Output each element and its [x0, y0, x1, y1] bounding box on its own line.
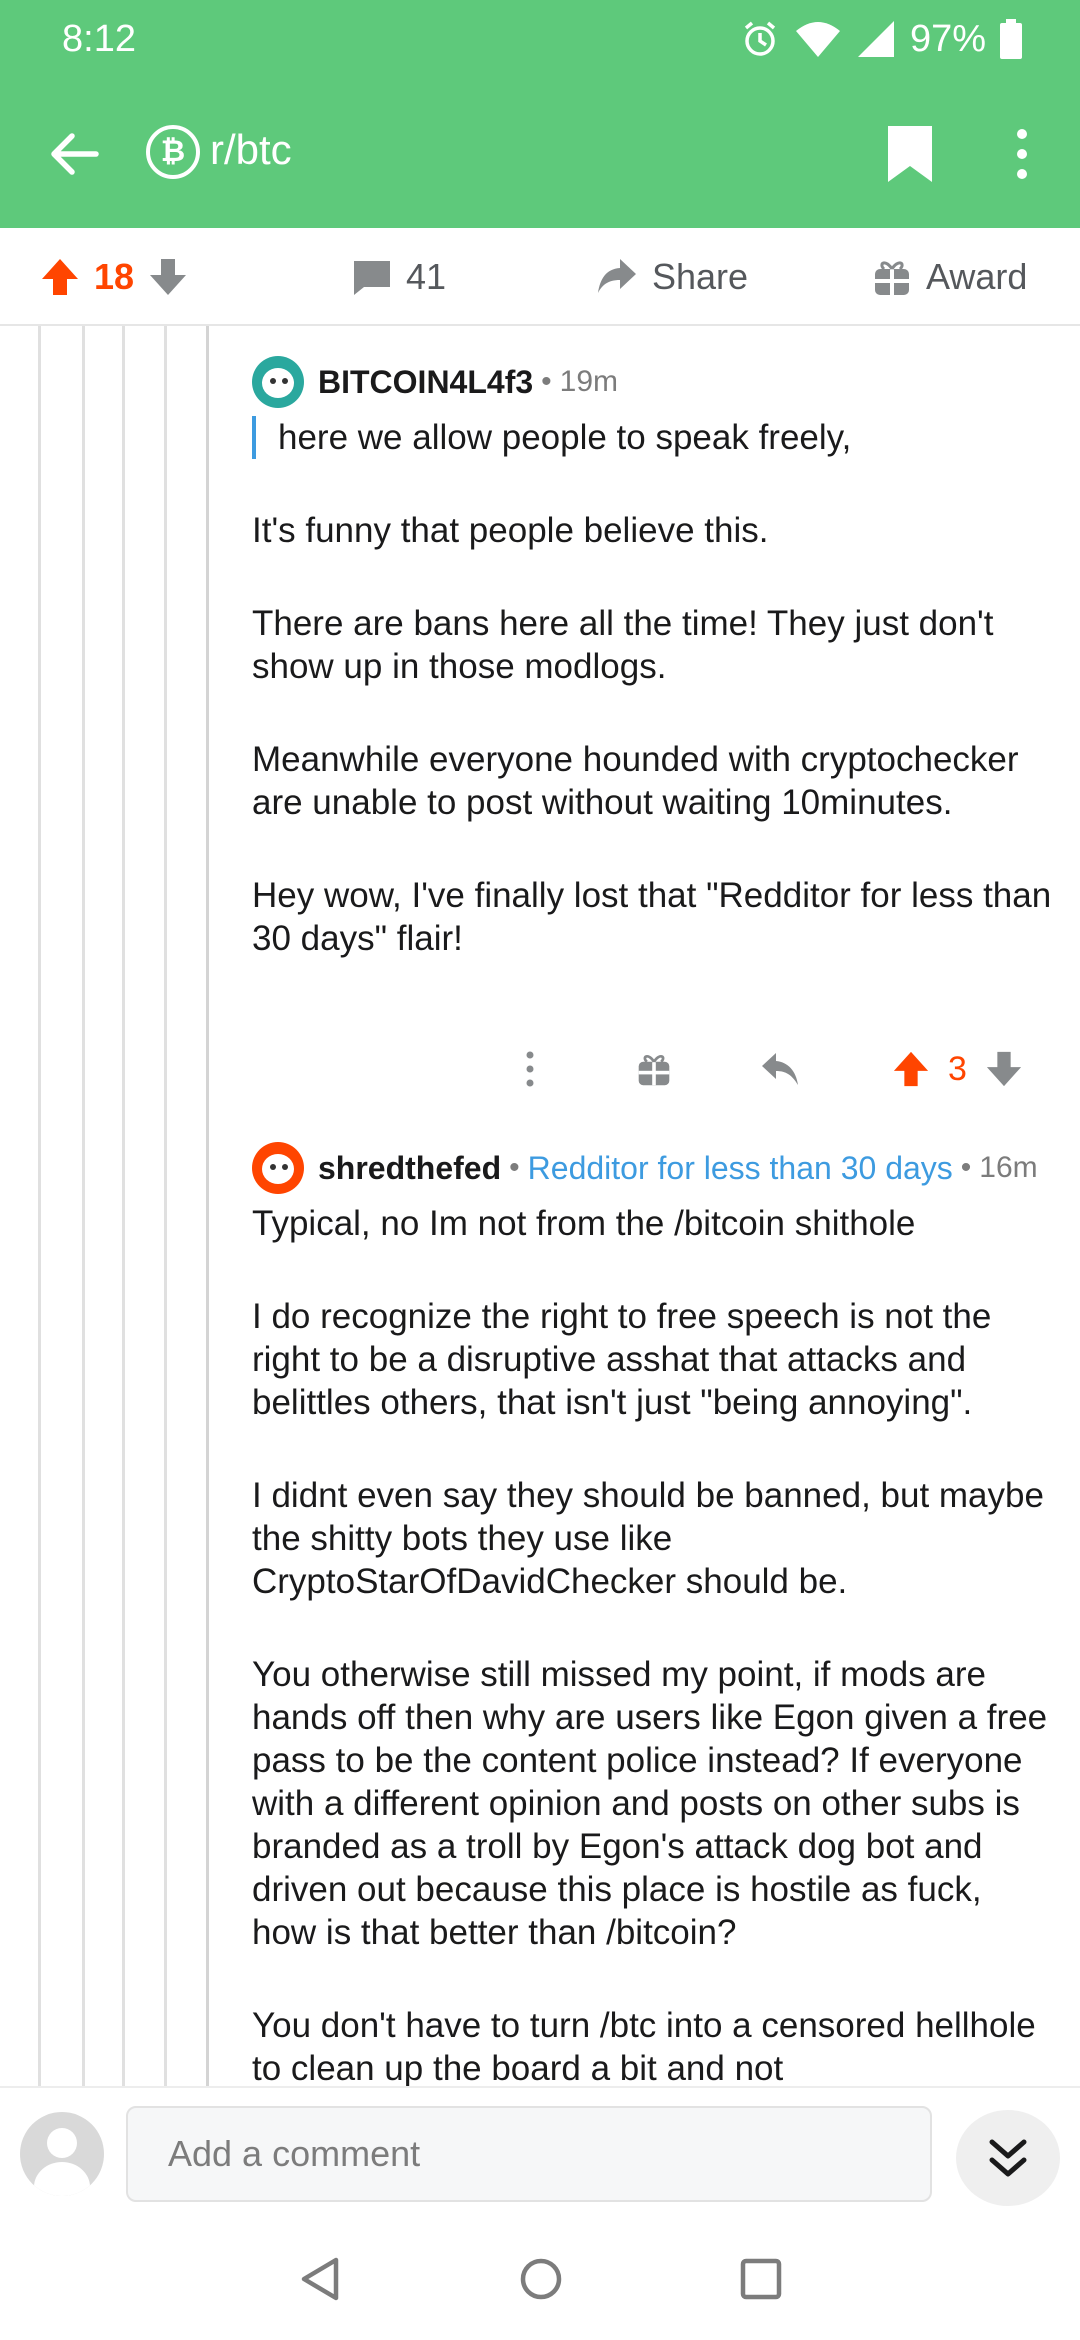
comment-paragraph: Meanwhile everyone hounded with cryptoch…: [252, 740, 1019, 822]
more-options-icon: [526, 1051, 534, 1087]
battery-icon: [1000, 19, 1022, 59]
gift-icon: [638, 1055, 670, 1086]
avatar[interactable]: [20, 2112, 104, 2196]
post-score: 18: [94, 256, 135, 297]
more-options-icon[interactable]: [1006, 126, 1038, 182]
comment-paragraph: Typical, no Im not from the /bitcoin shi…: [252, 1204, 916, 1243]
add-comment-placeholder: Add a comment: [168, 2133, 421, 2174]
comment-paragraph: There are bans here all the time! They j…: [252, 604, 994, 686]
separator-dot: •: [960, 1151, 972, 1184]
battery-percent: 97%: [909, 17, 986, 60]
user-flair: Redditor for less than 30 days: [527, 1149, 953, 1186]
comment-paragraph: Hey wow, I've finally lost that "Reddito…: [252, 876, 1052, 958]
share-label: Share: [652, 256, 749, 297]
system-nav-bar: [0, 2214, 1080, 2340]
comment: shredthefed • Redditor for less than 30 …: [252, 1140, 1052, 2086]
comment-actions: 3: [252, 1036, 1052, 1100]
nav-recents-icon[interactable]: [736, 2254, 786, 2304]
next-comment-button[interactable]: [956, 2110, 1060, 2206]
status-icons: 97%: [740, 14, 1022, 64]
separator-dot: •: [541, 365, 552, 398]
post-action-bar: 18 41 Share Award: [0, 228, 1080, 326]
thread-line[interactable]: [164, 326, 167, 2086]
gift-icon: [875, 261, 909, 295]
nav-back-icon[interactable]: [296, 2254, 346, 2304]
post-vote: 18: [40, 228, 188, 326]
app-bar: ₿ r/btc: [0, 80, 1080, 228]
comment-time: 19m: [559, 365, 619, 398]
status-bar: 8:12 97%: [0, 0, 1080, 80]
separator-dot: •: [509, 1151, 520, 1184]
thread-line[interactable]: [122, 326, 125, 2086]
avatar[interactable]: [252, 356, 304, 408]
comment-header: BITCOIN4L4f3 • 19m: [252, 354, 1052, 410]
comment-score: 3: [948, 1049, 967, 1088]
comment-paragraph: I didnt even say they should be banned, …: [252, 1476, 1044, 1601]
wifi-icon: [795, 22, 840, 57]
alarm-icon: [744, 21, 776, 56]
quote-block: here we allow people to speak freely,: [252, 416, 1052, 459]
comment-body: Typical, no Im not from the /bitcoin shi…: [252, 1202, 1052, 2086]
comment: BITCOIN4L4f3 • 19m here we allow people …: [252, 354, 1052, 960]
comment-body: here we allow people to speak freely, It…: [252, 416, 1052, 960]
share-button[interactable]: Share: [596, 228, 748, 326]
back-arrow-icon[interactable]: [46, 126, 102, 182]
comment-paragraph: You otherwise still missed my point, if …: [252, 1655, 1048, 1952]
double-chevron-down-icon: [989, 2139, 1027, 2177]
comment-paragraph: I do recognize the right to free speech …: [252, 1297, 992, 1422]
comments-button[interactable]: 41: [352, 228, 446, 326]
share-icon: [598, 259, 636, 293]
comment-vote: 3: [892, 1044, 1023, 1094]
reply-icon: [762, 1053, 798, 1085]
subreddit-name[interactable]: r/btc: [210, 126, 292, 174]
signal-icon: [857, 21, 894, 57]
comment-reply-button[interactable]: [760, 1044, 800, 1094]
downvote-icon[interactable]: [985, 1050, 1023, 1088]
add-comment-input[interactable]: Add a comment: [126, 2106, 932, 2202]
comment-icon: [354, 261, 390, 295]
comment-paragraph: It's funny that people believe this.: [252, 511, 769, 550]
upvote-icon[interactable]: [40, 257, 80, 297]
downvote-icon[interactable]: [148, 257, 188, 297]
comment-time: 16m: [979, 1151, 1038, 1184]
thread-line[interactable]: [38, 326, 41, 2086]
comment-username[interactable]: BITCOIN4L4f3: [318, 364, 533, 401]
avatar[interactable]: [252, 1142, 304, 1194]
top-header: 8:12 97% ₿ r/btc: [0, 0, 1080, 228]
comment-more-button[interactable]: [520, 1044, 540, 1094]
comment-header: shredthefed • Redditor for less than 30 …: [252, 1140, 1052, 1196]
upvote-icon[interactable]: [892, 1050, 930, 1088]
comment-composer-bar: Add a comment: [0, 2086, 1080, 2214]
thread-line[interactable]: [82, 326, 85, 2086]
comments-count: 41: [406, 256, 447, 297]
bookmark-icon[interactable]: [888, 126, 932, 182]
nav-home-icon[interactable]: [516, 2254, 566, 2304]
subreddit-bitcoin-icon[interactable]: ₿: [146, 125, 200, 179]
award-label: Award: [926, 256, 1028, 297]
comment-username[interactable]: shredthefed: [318, 1150, 501, 1187]
thread-line[interactable]: [206, 326, 209, 2086]
comment-award-button[interactable]: [636, 1044, 672, 1094]
comment-paragraph: You don't have to turn /btc into a censo…: [252, 2006, 1036, 2086]
award-button[interactable]: Award: [872, 228, 1027, 326]
status-time: 8:12: [62, 18, 136, 60]
